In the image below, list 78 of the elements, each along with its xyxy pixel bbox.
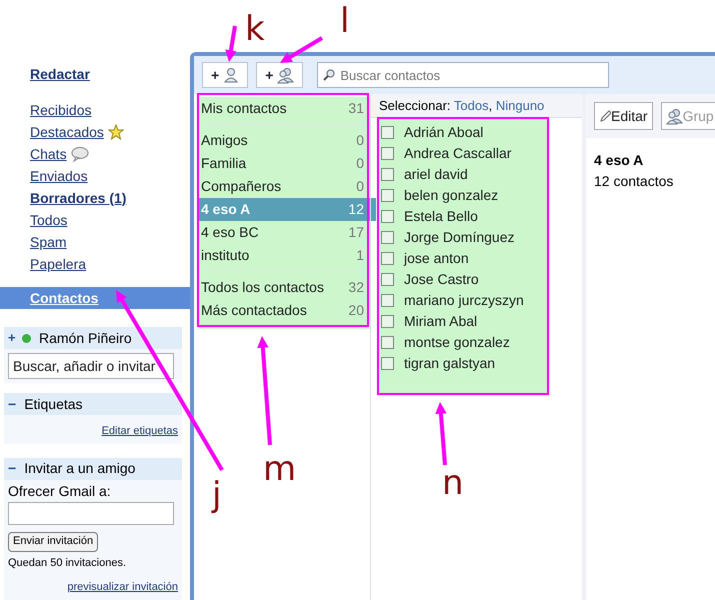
- callout-arrow: [225, 26, 237, 62]
- checkbox[interactable]: [381, 231, 394, 244]
- contact-name[interactable]: Miriam Abal: [404, 311, 478, 332]
- callout-letter: m: [263, 452, 296, 486]
- compose-link[interactable]: Redactar: [30, 64, 90, 85]
- contact-count: 12 contactos: [594, 172, 674, 191]
- checkbox[interactable]: [381, 336, 394, 349]
- pencil-icon: [599, 109, 611, 123]
- field-label: Ofrecer Gmail a:: [7, 482, 112, 500]
- checkbox[interactable]: [381, 189, 394, 202]
- checkbox[interactable]: [381, 315, 394, 328]
- group-item[interactable]: 4 eso BC 17: [198, 221, 370, 244]
- group-title: 4 eso A: [594, 151, 644, 170]
- folder-link[interactable]: Todos: [30, 210, 68, 230]
- folder-link[interactable]: Chats: [30, 144, 67, 164]
- section-title: Etiquetas: [24, 394, 83, 414]
- contact-name[interactable]: Estela Bello: [404, 206, 478, 227]
- folder-link[interactable]: Enviados: [30, 166, 88, 186]
- group-item[interactable]: Mis contactos 31: [198, 97, 370, 120]
- collapse-toggle[interactable]: −: [8, 394, 16, 414]
- expand-toggle[interactable]: +: [8, 328, 18, 348]
- search-icon: [323, 69, 336, 81]
- send-invite-button[interactable]: Enviar invitación: [8, 532, 98, 552]
- folder-link[interactable]: Spam: [30, 232, 67, 252]
- folder-link[interactable]: Destacados: [30, 122, 104, 142]
- contact-name[interactable]: Andrea Cascallar: [404, 143, 512, 164]
- contact-name[interactable]: ariel david: [404, 164, 468, 185]
- group-item[interactable]: Familia 0: [198, 152, 370, 175]
- contact-name[interactable]: Jose Castro: [404, 269, 479, 290]
- group-item[interactable]: Más contactados 20: [198, 299, 370, 322]
- group-item[interactable]: Todos los contactos 32: [198, 276, 370, 299]
- section-title: Invitar a un amigo: [24, 459, 136, 478]
- checkbox[interactable]: [381, 357, 394, 370]
- preview-invite-link[interactable]: previsualizar invitación: [67, 579, 178, 596]
- checkbox[interactable]: [381, 147, 394, 160]
- contact-search-field[interactable]: Buscar contactos: [317, 62, 610, 88]
- group-item[interactable]: Compañeros 0: [198, 175, 370, 198]
- star-icon: [108, 124, 124, 140]
- callout-letter: j: [212, 478, 222, 512]
- folder-link[interactable]: Recibidos: [30, 100, 92, 120]
- folder-link[interactable]: Borradores (1): [30, 188, 126, 208]
- checkbox[interactable]: [381, 168, 394, 181]
- select-links: Seleccionar: Todos, Ninguno: [379, 96, 544, 115]
- callout-letter: l: [340, 4, 350, 38]
- select-link[interactable]: Ninguno: [496, 98, 544, 113]
- contact-name[interactable]: montse gonzalez: [404, 332, 510, 353]
- checkbox[interactable]: [381, 294, 394, 307]
- person-icon: [223, 67, 240, 83]
- collapse-toggle[interactable]: −: [8, 458, 16, 479]
- add-contact-button[interactable]: +: [202, 62, 248, 88]
- edit-button[interactable]: Editar: [594, 102, 653, 130]
- checkbox[interactable]: [381, 252, 394, 265]
- checkbox[interactable]: [381, 273, 394, 286]
- callout-letter: n: [442, 466, 464, 500]
- contact-name[interactable]: mariano jurczyszyn: [404, 290, 524, 311]
- edit-labels-link[interactable]: Editar etiquetas: [102, 423, 178, 440]
- select-link[interactable]: Todos: [454, 98, 489, 113]
- contact-name[interactable]: belen gonzalez: [404, 185, 498, 206]
- group-item[interactable]: instituto 1: [198, 244, 370, 267]
- people-icon: [277, 66, 294, 84]
- contact-name[interactable]: tigran galstyan: [404, 353, 496, 374]
- contact-name[interactable]: Jorge Domínguez: [404, 227, 515, 248]
- checkbox[interactable]: [381, 126, 394, 139]
- people-icon: [666, 108, 683, 124]
- user-name: Ramón Piñeiro: [39, 328, 132, 348]
- callout-arrow: [435, 402, 447, 466]
- callout-arrow: [280, 36, 324, 63]
- callout-letter: k: [245, 12, 265, 46]
- checkbox[interactable]: [381, 210, 394, 223]
- speech-bubble-icon: [70, 146, 89, 162]
- chat-search-field[interactable]: Buscar, añadir o invitar: [8, 353, 174, 379]
- invites-remaining-text: Quedan 50 invitaciones.: [7, 556, 128, 570]
- add-group-button[interactable]: +: [256, 62, 304, 88]
- contact-name[interactable]: Adrián Aboal: [404, 122, 484, 143]
- folder-link[interactable]: Papelera: [30, 254, 86, 274]
- group-item[interactable]: Amigos 0: [198, 129, 370, 152]
- email-field[interactable]: [8, 502, 174, 525]
- contact-name[interactable]: jose anton: [404, 248, 469, 269]
